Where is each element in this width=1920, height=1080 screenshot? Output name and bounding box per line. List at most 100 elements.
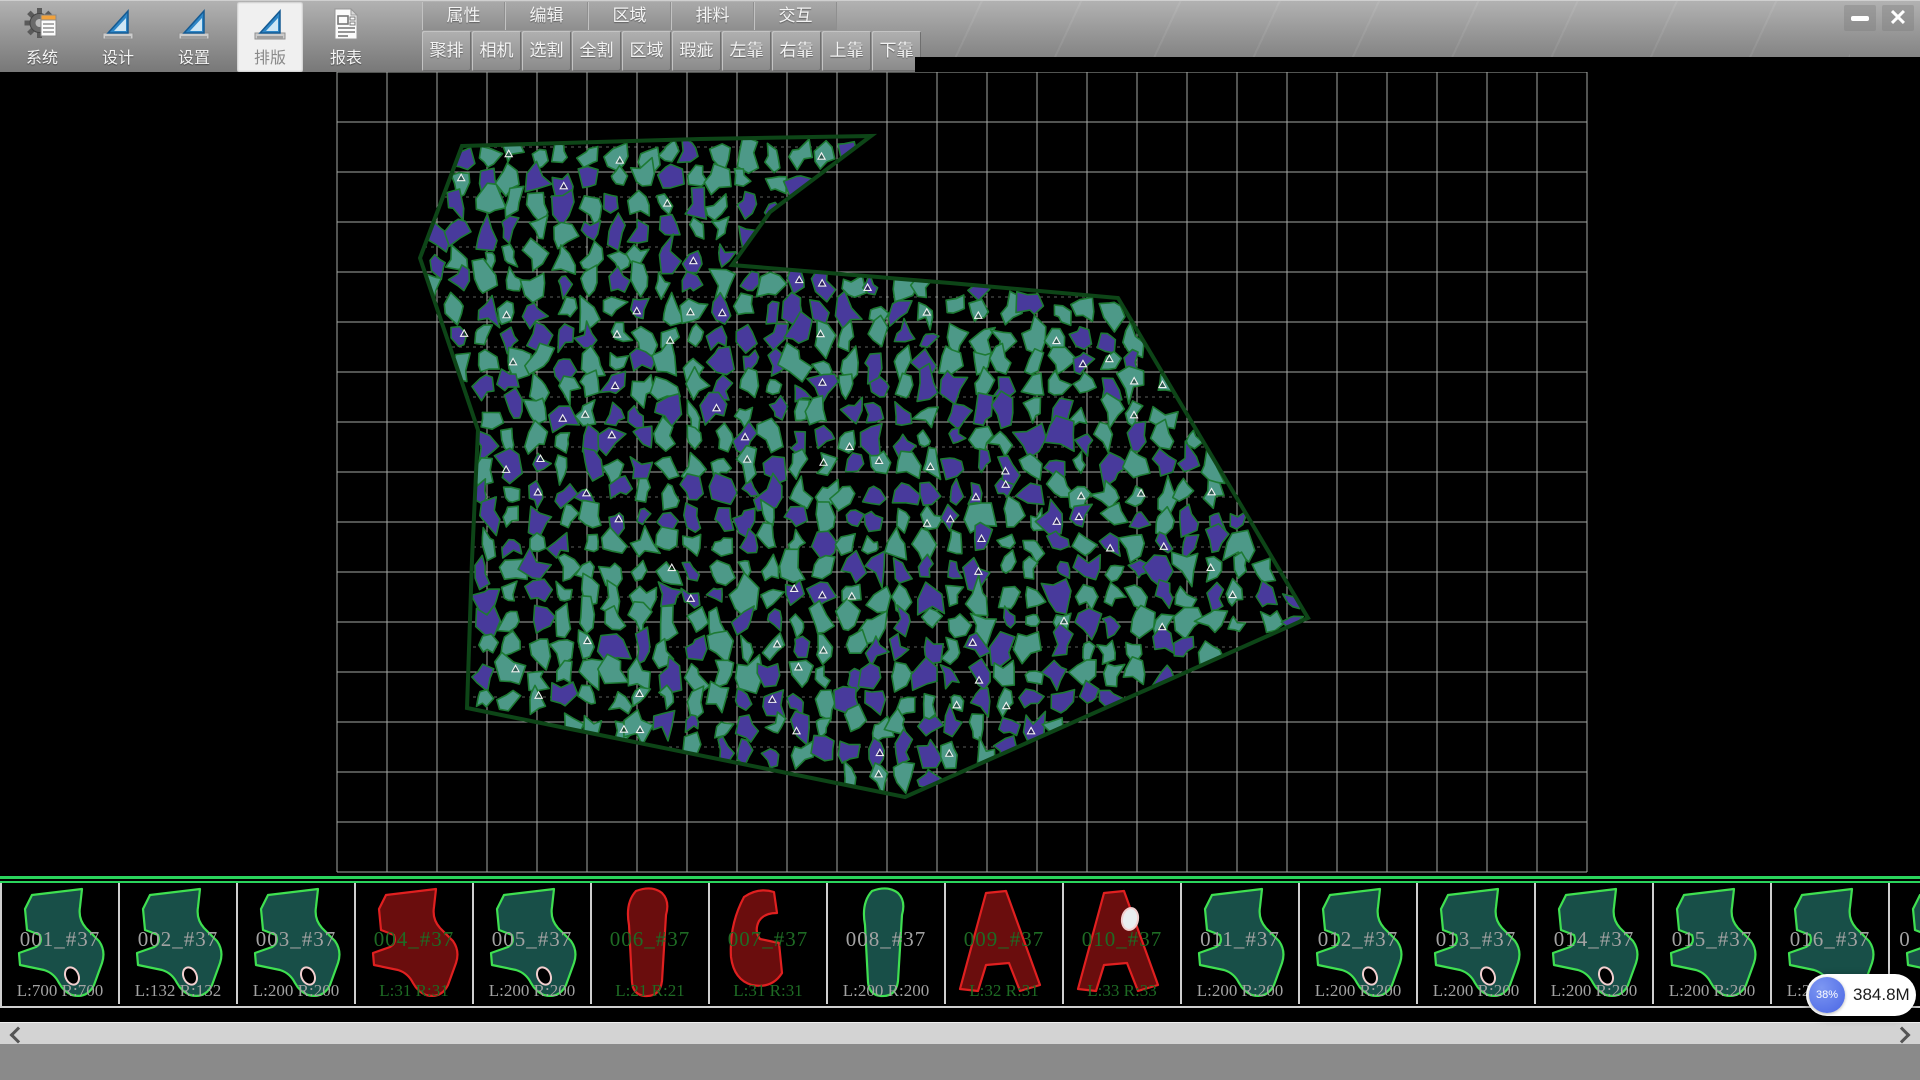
piece-lr-label: L:32 R:31	[946, 981, 1062, 1001]
piece-thumbnail-14[interactable]: 014_#37 L:200 R:200	[1536, 883, 1654, 1004]
nav-tab-label: 系统	[26, 44, 58, 68]
piece-thumbnail-12[interactable]: 012_#37 L:200 R:200	[1300, 883, 1418, 1004]
menu-item-4[interactable]: 排料	[671, 2, 754, 30]
piece-thumbnail-1[interactable]: 001_#37 L:700 R:700	[2, 883, 120, 1004]
window-bottom-bar	[0, 1044, 1920, 1080]
close-button[interactable]: ✕	[1882, 5, 1914, 31]
menu-item-5[interactable]: 交互	[754, 2, 837, 30]
piece-id-label: 005_#37	[474, 927, 590, 952]
window-controls: ✕	[1844, 5, 1914, 31]
piece-lr-label: L:200 R:200	[474, 981, 590, 1001]
tool-button-10[interactable]: 下靠	[872, 31, 921, 71]
nav-tab-2[interactable]: 设计	[85, 2, 151, 72]
piece-id-label: 003_#37	[238, 927, 354, 952]
menu-item-1[interactable]: 属性	[422, 2, 505, 30]
menu-bar: 属性编辑区域排料交互	[422, 2, 837, 30]
piece-lr-label: L:200 R:200	[238, 981, 354, 1001]
strip-divider-line	[0, 876, 1920, 879]
scroll-left-icon[interactable]	[10, 1027, 27, 1044]
piece-id-label: 013_#37	[1418, 927, 1534, 952]
tool-button-8[interactable]: 右靠	[772, 31, 821, 71]
pieces-strip: 001_#37 L:700 R:700 002_#37 L:132 R:132 …	[0, 876, 1920, 1008]
nav-tab-label: 设计	[102, 44, 134, 68]
piece-thumbnail-7[interactable]: 007_#37 L:31 R:31	[710, 883, 828, 1004]
tool-button-row: 聚排相机选割全割区域瑕疵左靠右靠上靠下靠	[422, 31, 922, 71]
piece-thumbnail-5[interactable]: 005_#37 L:200 R:200	[474, 883, 592, 1004]
piece-thumbnail-9[interactable]: 009_#37 L:32 R:31	[946, 883, 1064, 1004]
piece-id-label: 012_#37	[1300, 927, 1416, 952]
menu-item-2[interactable]: 编辑	[505, 2, 588, 30]
nav-tab-4[interactable]: 排版	[237, 2, 303, 72]
toolbar-black-cut	[915, 57, 1920, 72]
progress-badge: 38%	[1809, 977, 1845, 1013]
piece-thumbnail-2[interactable]: 002_#37 L:132 R:132	[120, 883, 238, 1004]
piece-lr-label: L:200 R:200	[828, 981, 944, 1001]
tool-button-1[interactable]: 聚排	[422, 31, 471, 71]
close-icon: ✕	[1889, 5, 1907, 31]
nav-tab-label: 报表	[330, 44, 362, 68]
status-pill: 38% 384.8M	[1806, 974, 1916, 1016]
set-square-icon	[252, 6, 288, 42]
menu-item-3[interactable]: 区域	[588, 2, 671, 30]
piece-id-label: 014_#37	[1536, 927, 1652, 952]
piece-id-label: 008_#37	[828, 927, 944, 952]
piece-lr-label: L:21 R:21	[592, 981, 708, 1001]
tool-button-4[interactable]: 全割	[572, 31, 621, 71]
piece-thumbnail-list: 001_#37 L:700 R:700 002_#37 L:132 R:132 …	[0, 883, 1920, 1008]
piece-id-label: 002_#37	[120, 927, 236, 952]
nesting-app-window: 系统 设计 设置 排版 报表 属性编辑区域排料交互 聚排相机选割全割区域瑕疵左靠…	[0, 0, 1920, 1080]
piece-id-label: 004_#37	[356, 927, 472, 952]
piece-id-label: 0	[1890, 927, 1920, 952]
piece-thumbnail-10[interactable]: 010_#37 L:33 R:33	[1064, 883, 1182, 1004]
tool-button-9[interactable]: 上靠	[822, 31, 871, 71]
piece-lr-label: L:31 R:31	[356, 981, 472, 1001]
piece-id-label: 007_#37	[710, 927, 826, 952]
nav-tab-5[interactable]: 报表	[313, 2, 379, 72]
piece-id-label: 009_#37	[946, 927, 1062, 952]
nesting-canvas[interactable]	[0, 72, 1920, 878]
piece-thumbnail-6[interactable]: 006_#37 L:21 R:21	[592, 883, 710, 1004]
piece-id-label: 011_#37	[1182, 927, 1298, 952]
nav-tab-3[interactable]: 设置	[161, 2, 227, 72]
piece-lr-label: L:200 R:200	[1536, 981, 1652, 1001]
piece-id-label: 006_#37	[592, 927, 708, 952]
piece-lr-label: L:200 R:200	[1182, 981, 1298, 1001]
piece-thumbnail-11[interactable]: 011_#37 L:200 R:200	[1182, 883, 1300, 1004]
piece-thumbnail-15[interactable]: 015_#37 L:200 R:200	[1654, 883, 1772, 1004]
piece-lr-label: L:31 R:31	[710, 981, 826, 1001]
piece-id-label: 010_#37	[1064, 927, 1180, 952]
nav-tabs: 系统 设计 设置 排版 报表	[4, 1, 384, 73]
piece-lr-label: L:700 R:700	[2, 981, 118, 1001]
piece-lr-label: L:200 R:200	[1654, 981, 1770, 1001]
piece-lr-label: L:132 R:132	[120, 981, 236, 1001]
piece-lr-label: L:33 R:33	[1064, 981, 1180, 1001]
progress-percent: 38%	[1816, 989, 1838, 1001]
minimize-button[interactable]	[1844, 5, 1876, 31]
tool-button-7[interactable]: 左靠	[722, 31, 771, 71]
set-square-icon	[176, 6, 212, 42]
horizontal-scrollbar[interactable]	[0, 1022, 1920, 1044]
nested-pieces	[423, 136, 1303, 796]
tool-button-2[interactable]: 相机	[472, 31, 521, 71]
piece-lr-label: L:200 R:200	[1418, 981, 1534, 1001]
tool-button-6[interactable]: 瑕疵	[672, 31, 721, 71]
nav-tab-label: 设置	[178, 44, 210, 68]
report-icon	[328, 6, 364, 42]
memory-value: 384.8M	[1853, 985, 1910, 1005]
piece-id-label: 015_#37	[1654, 927, 1770, 952]
piece-thumbnail-13[interactable]: 013_#37 L:200 R:200	[1418, 883, 1536, 1004]
piece-lr-label: L:200 R:200	[1300, 981, 1416, 1001]
tool-button-5[interactable]: 区域	[622, 31, 671, 71]
piece-thumbnail-4[interactable]: 004_#37 L:31 R:31	[356, 883, 474, 1004]
piece-thumbnail-3[interactable]: 003_#37 L:200 R:200	[238, 883, 356, 1004]
nav-tab-label: 排版	[254, 44, 286, 68]
gear-icon	[24, 6, 60, 42]
piece-thumbnail-8[interactable]: 008_#37 L:200 R:200	[828, 883, 946, 1004]
piece-id-label: 001_#37	[2, 927, 118, 952]
set-square-icon	[100, 6, 136, 42]
nav-tab-1[interactable]: 系统	[9, 2, 75, 72]
tool-button-3[interactable]: 选割	[522, 31, 571, 71]
piece-id-label: 016_#37	[1772, 927, 1888, 952]
toolbar-texture	[930, 1, 1850, 58]
scroll-right-icon[interactable]	[1894, 1027, 1911, 1044]
